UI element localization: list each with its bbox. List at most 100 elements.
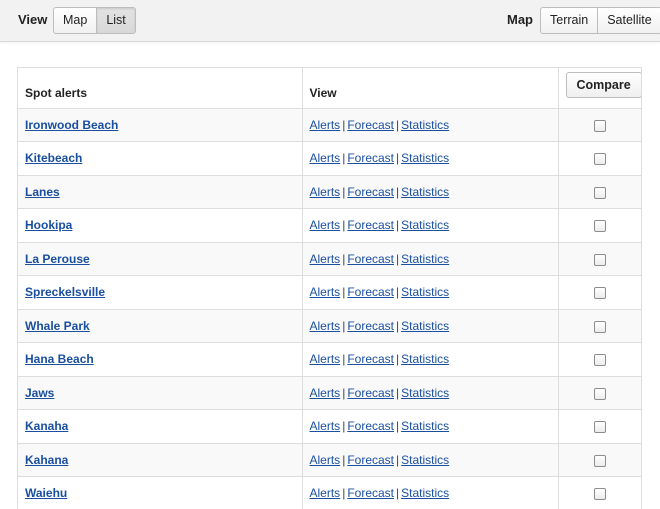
forecast-link[interactable]: Forecast	[347, 319, 394, 333]
compare-cell	[558, 208, 641, 243]
terrain-button[interactable]: Terrain	[541, 8, 597, 33]
alerts-link[interactable]: Alerts	[310, 453, 341, 467]
compare-cell	[558, 275, 641, 310]
forecast-link[interactable]: Forecast	[347, 151, 394, 165]
forecast-link[interactable]: Forecast	[347, 252, 394, 266]
forecast-link[interactable]: Forecast	[347, 352, 394, 366]
spot-cell: Ironwood Beach	[18, 108, 303, 142]
view-list-button[interactable]: List	[96, 8, 135, 33]
statistics-link[interactable]: Statistics	[401, 218, 449, 232]
view-links-cell: Alerts | Forecast | Statistics	[302, 342, 559, 377]
spot-cell: Waiehu	[18, 476, 303, 509]
view-links-cell: Alerts | Forecast | Statistics	[302, 141, 559, 176]
spot-cell: Jaws	[18, 376, 303, 410]
forecast-link[interactable]: Forecast	[347, 386, 394, 400]
alerts-link[interactable]: Alerts	[310, 218, 341, 232]
compare-cell	[558, 309, 641, 343]
compare-checkbox[interactable]	[594, 354, 607, 367]
view-links-cell: Alerts | Forecast | Statistics	[302, 409, 559, 444]
spot-cell: Hana Beach	[18, 342, 303, 377]
compare-checkbox[interactable]	[594, 287, 607, 300]
compare-checkbox[interactable]	[594, 186, 607, 199]
statistics-link[interactable]: Statistics	[401, 453, 449, 467]
satellite-button[interactable]: Satellite	[597, 8, 660, 33]
compare-button[interactable]: Compare	[565, 71, 641, 98]
compare-cell	[558, 342, 641, 377]
spot-name-link[interactable]: Ironwood Beach	[25, 118, 118, 132]
compare-checkbox[interactable]	[594, 153, 607, 166]
compare-cell	[558, 242, 641, 276]
alerts-link[interactable]: Alerts	[310, 319, 341, 333]
spot-name-link[interactable]: Kahana	[25, 453, 68, 467]
compare-cell	[558, 376, 641, 410]
table-row: Whale Park Alerts | Forecast | Statistics	[18, 309, 641, 343]
statistics-link[interactable]: Statistics	[401, 285, 449, 299]
view-links-cell: Alerts | Forecast | Statistics	[302, 309, 559, 343]
statistics-link[interactable]: Statistics	[401, 486, 449, 500]
table-body: Ironwood Beach Alerts | Forecast | Statistics…	[18, 108, 641, 509]
statistics-link[interactable]: Statistics	[401, 386, 449, 400]
alerts-link[interactable]: Alerts	[310, 285, 341, 299]
statistics-link[interactable]: Statistics	[401, 352, 449, 366]
spot-cell: La Perouse	[18, 242, 303, 276]
spot-name-link[interactable]: Jaws	[25, 386, 54, 400]
compare-checkbox[interactable]	[594, 454, 607, 467]
alerts-link[interactable]: Alerts	[310, 252, 341, 266]
forecast-link[interactable]: Forecast	[347, 118, 394, 132]
spot-name-link[interactable]: Hookipa	[25, 218, 72, 232]
forecast-link[interactable]: Forecast	[347, 486, 394, 500]
forecast-link[interactable]: Forecast	[347, 285, 394, 299]
alerts-link[interactable]: Alerts	[310, 352, 341, 366]
compare-cell	[558, 409, 641, 444]
compare-checkbox[interactable]	[594, 320, 607, 333]
statistics-link[interactable]: Statistics	[401, 319, 449, 333]
view-links-cell: Alerts | Forecast | Statistics	[302, 476, 559, 509]
spot-name-link[interactable]: Hana Beach	[25, 352, 94, 366]
spot-name-link[interactable]: La Perouse	[25, 252, 90, 266]
alerts-link[interactable]: Alerts	[310, 386, 341, 400]
map-type-label: Map	[507, 12, 533, 27]
spot-name-link[interactable]: Spreckelsville	[25, 285, 105, 299]
compare-cell	[558, 443, 641, 477]
spot-name-link[interactable]: Whale Park	[25, 319, 90, 333]
spot-cell: Whale Park	[18, 309, 303, 343]
toolbar: View Map List Map Terrain Satellite	[0, 0, 660, 42]
table-row: Kanaha Alerts | Forecast | Statistics	[18, 409, 641, 444]
compare-cell	[558, 108, 641, 142]
spot-name-link[interactable]: Lanes	[25, 185, 60, 199]
view-links-cell: Alerts | Forecast | Statistics	[302, 443, 559, 477]
view-header: View	[302, 68, 559, 109]
statistics-link[interactable]: Statistics	[401, 118, 449, 132]
forecast-link[interactable]: Forecast	[347, 185, 394, 199]
alerts-link[interactable]: Alerts	[310, 118, 341, 132]
alerts-link[interactable]: Alerts	[310, 151, 341, 165]
alerts-link[interactable]: Alerts	[310, 486, 341, 500]
view-mode-label: View	[18, 12, 48, 27]
statistics-link[interactable]: Statistics	[401, 419, 449, 433]
compare-checkbox[interactable]	[594, 421, 607, 434]
statistics-link[interactable]: Statistics	[401, 151, 449, 165]
spot-name-link[interactable]: Kanaha	[25, 419, 68, 433]
forecast-link[interactable]: Forecast	[347, 419, 394, 433]
forecast-link[interactable]: Forecast	[347, 453, 394, 467]
compare-checkbox[interactable]	[594, 488, 607, 501]
compare-checkbox[interactable]	[594, 253, 607, 266]
table-row: Kitebeach Alerts | Forecast | Statistics	[18, 141, 641, 176]
compare-checkbox[interactable]	[594, 119, 607, 132]
map-type-toggle: Terrain Satellite	[540, 7, 660, 34]
compare-checkbox[interactable]	[594, 387, 607, 400]
table-row: Ironwood Beach Alerts | Forecast | Statistics	[18, 108, 641, 142]
compare-checkbox[interactable]	[594, 220, 607, 233]
alerts-link[interactable]: Alerts	[310, 419, 341, 433]
statistics-link[interactable]: Statistics	[401, 252, 449, 266]
spot-name-link[interactable]: Kitebeach	[25, 151, 82, 165]
alerts-link[interactable]: Alerts	[310, 185, 341, 199]
view-links-cell: Alerts | Forecast | Statistics	[302, 175, 559, 209]
view-map-button[interactable]: Map	[54, 8, 96, 33]
spot-cell: Spreckelsville	[18, 275, 303, 310]
spot-name-link[interactable]: Waiehu	[25, 486, 67, 500]
statistics-link[interactable]: Statistics	[401, 185, 449, 199]
forecast-link[interactable]: Forecast	[347, 218, 394, 232]
compare-cell	[558, 476, 641, 509]
table-row: Kahana Alerts | Forecast | Statistics	[18, 443, 641, 477]
